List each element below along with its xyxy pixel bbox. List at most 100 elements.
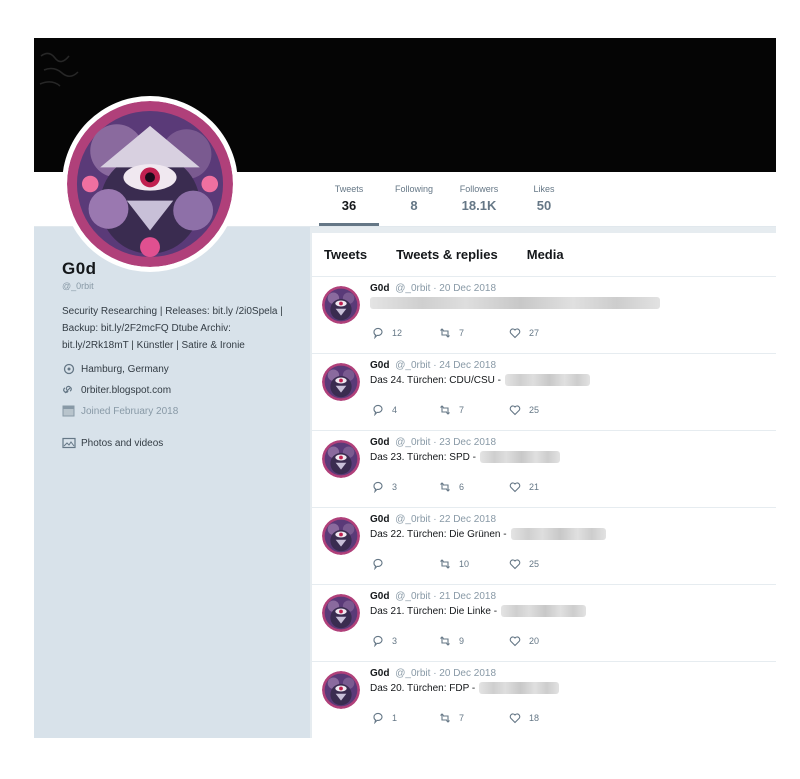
tweet-author-handle[interactable]: @_0rbit [395,437,430,448]
tweet[interactable]: G0d @_0rbit · 21 Dec 2018 Das 21. Türche… [312,585,776,662]
tweet-avatar[interactable] [322,286,360,324]
stat-followers[interactable]: Followers 18.1K [449,178,509,226]
retweet-button[interactable]: 10 [439,558,509,570]
stat-value: 36 [341,198,357,213]
reply-icon [373,712,383,724]
heart-icon [509,559,521,570]
like-count: 18 [529,713,540,723]
tab-tweets-and-replies[interactable]: Tweets & replies [396,247,498,262]
tweet-text: Das 24. Türchen: CDU/CSU - [370,374,590,386]
retweet-count: 7 [459,405,465,415]
tweet-author-name[interactable]: G0d [370,437,389,448]
like-button[interactable]: 21 [509,481,539,493]
tweet-date[interactable]: · 20 Dec 2018 [433,283,496,294]
tweet-author-handle[interactable]: @_0rbit [395,668,430,679]
avatar-artwork [322,594,360,632]
retweet-count: 6 [459,482,465,492]
photos-and-videos-link[interactable]: Photos and videos [62,437,282,449]
website-link[interactable]: 0rbiter.blogspot.com [81,385,171,396]
timeline: Tweets Tweets & replies Media G0d @_0rbi… [312,233,776,738]
tweet[interactable]: G0d @_0rbit · 24 Dec 2018 Das 24. Türche… [312,354,776,431]
like-button[interactable]: 25 [509,404,539,416]
tweet-avatar[interactable] [322,440,360,478]
retweet-button[interactable]: 7 [439,327,509,339]
tweet-date[interactable]: · 22 Dec 2018 [433,514,496,525]
photo-icon [62,437,76,449]
tweet-date[interactable]: · 20 Dec 2018 [433,668,496,679]
tweet[interactable]: G0d @_0rbit · 20 Dec 2018 12 7 27 [312,277,776,354]
retweet-button[interactable]: 6 [439,481,509,493]
tweet-date[interactable]: · 24 Dec 2018 [433,360,496,371]
tweet-avatar[interactable] [322,363,360,401]
retweet-icon [440,559,450,569]
profile-avatar[interactable] [62,96,238,272]
tweet-actions: 3 9 20 [372,635,539,647]
like-count: 25 [529,405,540,415]
like-count: 20 [529,636,540,646]
timeline-tabs: Tweets Tweets & replies Media [312,233,776,277]
tweet-author-handle[interactable]: @_0rbit [395,591,430,602]
retweet-count: 10 [459,559,470,569]
profile-website[interactable]: 0rbiter.blogspot.com [62,384,282,396]
tweet-author-handle[interactable]: @_0rbit [395,360,430,371]
retweet-icon [440,713,450,723]
reply-count: 1 [392,713,398,723]
tweet-date[interactable]: · 23 Dec 2018 [433,437,496,448]
tweet-avatar[interactable] [322,517,360,555]
redacted-content [501,605,587,617]
reply-button[interactable]: 1 [372,712,439,724]
link-icon [63,385,72,394]
tweet-author-name[interactable]: G0d [370,283,389,294]
reply-button[interactable]: 3 [372,635,439,647]
profile-sidebar: G0d @_0rbit Security Researching | Relea… [34,227,310,738]
retweet-count: 7 [459,713,465,723]
photos-label[interactable]: Photos and videos [81,438,163,449]
tweet[interactable]: G0d @_0rbit · 23 Dec 2018 Das 23. Türche… [312,431,776,508]
reply-button[interactable]: 3 [372,481,439,493]
heart-icon [509,405,521,416]
reply-icon [373,327,383,339]
tweet-author-name[interactable]: G0d [370,591,389,602]
stat-likes[interactable]: Likes 50 [514,178,574,226]
retweet-icon [440,405,450,415]
like-button[interactable]: 18 [509,712,539,724]
like-count: 25 [529,559,540,569]
stat-following[interactable]: Following 8 [384,178,444,226]
tweet-avatar[interactable] [322,671,360,709]
reply-icon [373,558,383,570]
tweet-author-handle[interactable]: @_0rbit [395,514,430,525]
tweet-text-content: Das 24. Türchen: CDU/CSU - [370,374,501,386]
tweet[interactable]: G0d @_0rbit · 20 Dec 2018 Das 20. Türche… [312,662,776,738]
retweet-button[interactable]: 9 [439,635,509,647]
reply-button[interactable]: 12 [372,327,439,339]
stat-tweets[interactable]: Tweets 36 [319,178,379,226]
retweet-button[interactable]: 7 [439,712,509,724]
joined-text: Joined February 2018 [81,405,179,417]
redacted-content [370,297,660,309]
tweet-author-name[interactable]: G0d [370,668,389,679]
like-count: 21 [529,482,540,492]
tweet-author-name[interactable]: G0d [370,360,389,371]
tweet-text: Das 20. Türchen: FDP - [370,682,560,694]
like-button[interactable]: 20 [509,635,539,647]
tweet-author-name[interactable]: G0d [370,514,389,525]
stat-value: 8 [410,198,418,213]
tweet-author-handle[interactable]: @_0rbit [395,283,430,294]
reply-button[interactable] [372,558,439,570]
tweet-header: G0d @_0rbit · 20 Dec 2018 [370,283,496,294]
profile-handle: @_0rbit [62,281,94,291]
like-button[interactable]: 27 [509,327,539,339]
tweet-date[interactable]: · 21 Dec 2018 [433,591,496,602]
avatar-artwork [67,101,233,267]
like-button[interactable]: 25 [509,558,539,570]
tweet-avatar[interactable] [322,594,360,632]
tab-media[interactable]: Media [527,247,564,262]
profile-location: Hamburg, Germany [62,363,282,375]
tweet[interactable]: G0d @_0rbit · 22 Dec 2018 Das 22. Türche… [312,508,776,585]
tab-tweets[interactable]: Tweets [324,247,367,262]
heart-icon [509,482,521,493]
tweet-header: G0d @_0rbit · 23 Dec 2018 [370,437,496,448]
retweet-button[interactable]: 7 [439,404,509,416]
retweet-icon [440,328,450,338]
reply-button[interactable]: 4 [372,404,439,416]
